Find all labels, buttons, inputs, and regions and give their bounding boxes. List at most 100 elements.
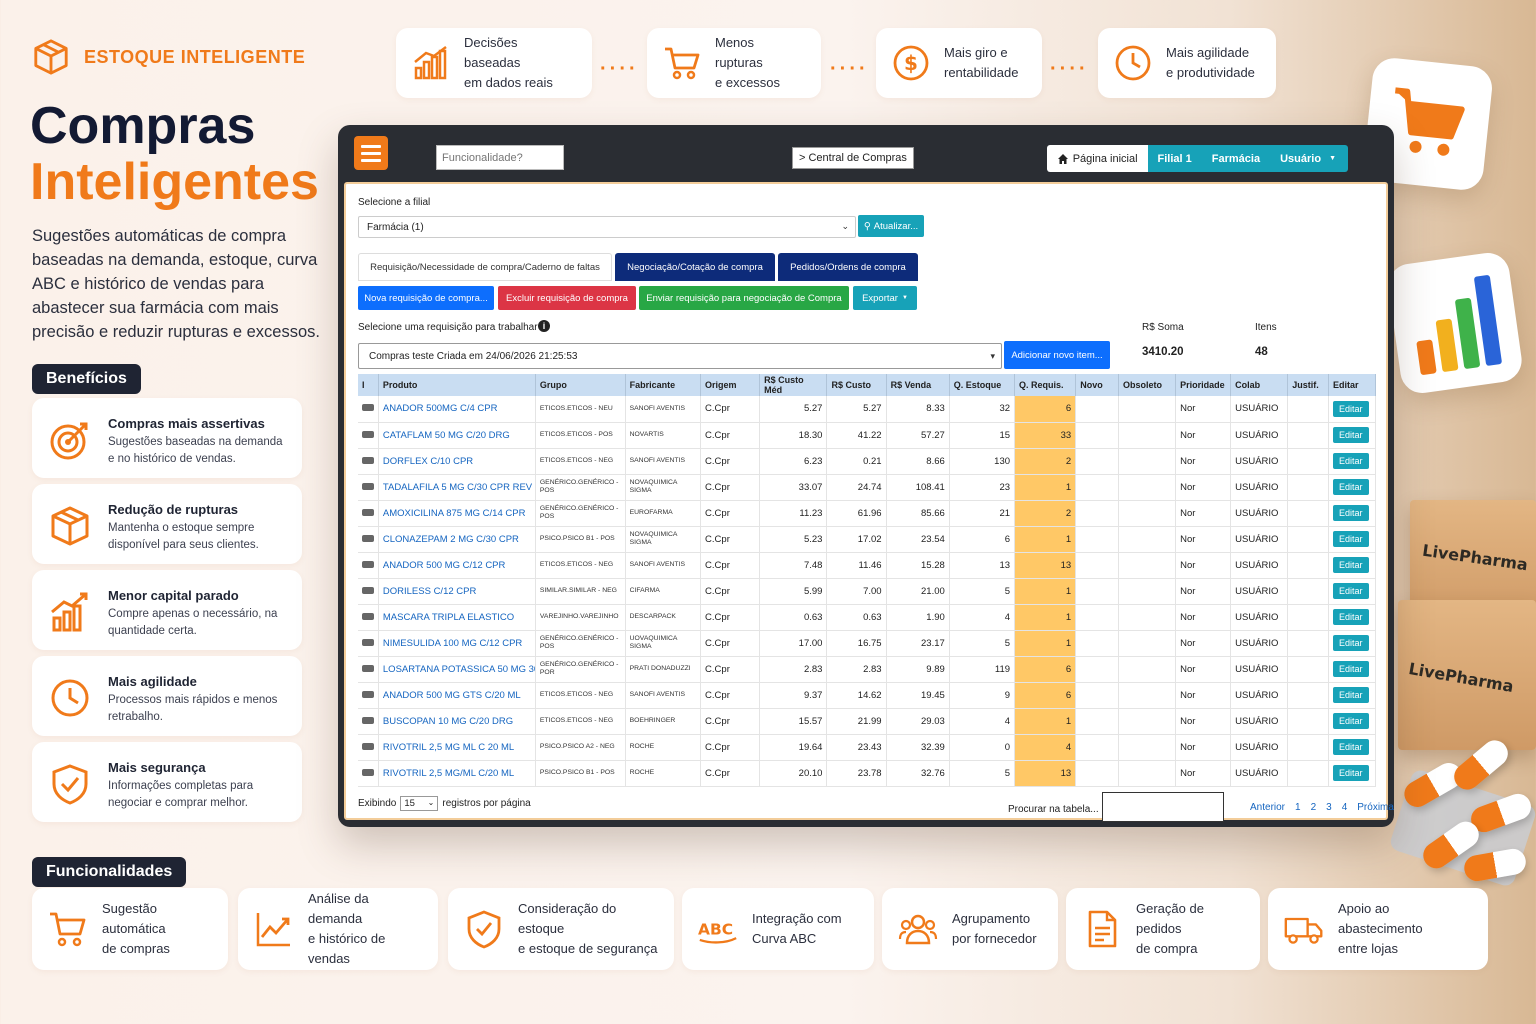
edit-button[interactable]: Editar [1333, 661, 1369, 677]
row-toggle-icon[interactable] [362, 638, 374, 646]
table-row[interactable]: ANADOR 500 MG GTS C/20 ML ETICOS.ETICOS -… [358, 682, 1376, 709]
branch-select[interactable]: Farmácia (1) ⌄ [358, 216, 856, 238]
table-row[interactable]: ANADOR 500MG C/4 CPR ETICOS.ETICOS - NEU S… [358, 396, 1376, 423]
column-header[interactable]: I [358, 374, 379, 396]
requested-qty-cell[interactable]: 6 [1014, 682, 1077, 709]
edit-button[interactable]: Editar [1333, 505, 1369, 521]
requested-qty-cell[interactable]: 33 [1014, 422, 1077, 449]
row-toggle-cell[interactable] [358, 760, 379, 787]
pager-page-4[interactable]: 4 [1342, 802, 1348, 813]
product-cell[interactable]: ANADOR 500 MG GTS C/20 ML [378, 682, 536, 709]
row-toggle-cell[interactable] [358, 630, 379, 657]
requested-qty-cell[interactable]: 1 [1014, 630, 1077, 657]
edit-button[interactable]: Editar [1333, 609, 1369, 625]
product-cell[interactable]: DORFLEX C/10 CPR [378, 448, 536, 475]
product-cell[interactable]: CATAFLAM 50 MG C/20 DRG [378, 422, 536, 449]
requested-qty-cell[interactable]: 13 [1014, 552, 1077, 579]
pager-page-2[interactable]: 2 [1311, 802, 1317, 813]
table-row[interactable]: DORFLEX C/10 CPR ETICOS.ETICOS - NEG SANOF… [358, 448, 1376, 475]
row-toggle-cell[interactable] [358, 526, 379, 553]
requested-qty-cell[interactable]: 1 [1014, 604, 1077, 631]
nav-user-dropdown[interactable]: Usuário ▼ [1270, 145, 1348, 172]
table-row[interactable]: AMOXICILINA 875 MG C/14 CPR GENÉRICO.GENÉ… [358, 500, 1376, 527]
edit-button[interactable]: Editar [1333, 583, 1369, 599]
row-toggle-cell[interactable] [358, 604, 379, 631]
edit-button[interactable]: Editar [1333, 739, 1369, 755]
table-search-input[interactable] [1102, 792, 1224, 822]
row-toggle-icon[interactable] [362, 586, 374, 594]
edit-button[interactable]: Editar [1333, 400, 1369, 417]
requested-qty-cell[interactable]: 6 [1014, 396, 1077, 423]
column-header[interactable]: Obsoleto [1118, 374, 1177, 396]
row-toggle-icon[interactable] [362, 534, 374, 542]
column-header[interactable]: R$ Venda [886, 374, 950, 396]
row-toggle-icon[interactable] [362, 690, 374, 698]
row-toggle-cell[interactable] [358, 448, 379, 475]
column-header[interactable]: R$ Custo [826, 374, 887, 396]
row-toggle-cell[interactable] [358, 708, 379, 735]
edit-button[interactable]: Editar [1333, 765, 1369, 781]
tab-pedidos[interactable]: Pedidos/Ordens de compra [778, 253, 918, 281]
row-toggle-cell[interactable] [358, 500, 379, 527]
row-toggle-icon[interactable] [362, 768, 374, 776]
row-toggle-cell[interactable] [358, 552, 379, 579]
column-header[interactable]: Justif. [1287, 374, 1330, 396]
table-row[interactable]: TADALAFILA 5 MG C/30 CPR REV GENÉRICO.GEN… [358, 474, 1376, 501]
edit-button[interactable]: Editar [1333, 453, 1369, 469]
hamburger-menu-button[interactable] [354, 136, 388, 170]
requested-qty-cell[interactable]: 2 [1014, 448, 1077, 475]
send-request-button[interactable]: Enviar requisição para negociação de Com… [639, 286, 849, 310]
column-header[interactable]: Novo [1075, 374, 1120, 396]
pager-page-3[interactable]: 3 [1326, 802, 1332, 813]
column-header[interactable]: Q. Requis. [1014, 374, 1077, 396]
product-cell[interactable]: NIMESULIDA 100 MG C/12 CPR [378, 630, 536, 657]
requested-qty-cell[interactable]: 6 [1014, 656, 1077, 683]
row-toggle-cell[interactable] [358, 734, 379, 761]
add-item-button[interactable]: Adicionar novo item... [1004, 341, 1110, 369]
table-row[interactable]: RIVOTRIL 2,5 MG ML C 20 ML PSICO.PSICO A2… [358, 734, 1376, 761]
tab-requisicao[interactable]: Requisição/Necessidade de compra/Caderno… [358, 253, 612, 281]
requested-qty-cell[interactable]: 2 [1014, 500, 1077, 527]
row-toggle-icon[interactable] [362, 456, 374, 464]
row-toggle-cell[interactable] [358, 396, 379, 423]
refresh-button[interactable]: ⚲ Atualizar... [858, 215, 924, 237]
product-cell[interactable]: ANADOR 500 MG C/12 CPR [378, 552, 536, 579]
product-cell[interactable]: DORILESS C/12 CPR [378, 578, 536, 605]
row-toggle-cell[interactable] [358, 422, 379, 449]
edit-button[interactable]: Editar [1333, 427, 1369, 443]
row-toggle-icon[interactable] [362, 716, 374, 724]
export-dropdown-button[interactable]: Exportar ▼ [853, 286, 917, 310]
central-compras-button[interactable]: > Central de Compras [792, 147, 914, 169]
table-row[interactable]: MASCARA TRIPLA ELASTICO VAREJINHO.VAREJIN… [358, 604, 1376, 631]
column-header[interactable]: Editar [1328, 374, 1376, 396]
new-request-button[interactable]: Nova requisição de compra... [358, 286, 494, 310]
product-cell[interactable]: TADALAFILA 5 MG C/30 CPR REV [378, 474, 536, 501]
product-cell[interactable]: MASCARA TRIPLA ELASTICO [378, 604, 536, 631]
edit-button[interactable]: Editar [1333, 635, 1369, 651]
table-row[interactable]: LOSARTANA POTASSICA 50 MG 30 GENÉRICO.GEN… [358, 656, 1376, 683]
table-row[interactable]: DORILESS C/12 CPR SIMILAR.SIMILAR - NEG CI… [358, 578, 1376, 605]
row-toggle-cell[interactable] [358, 656, 379, 683]
column-header[interactable]: Fabricante [625, 374, 702, 396]
pager-page-1[interactable]: 1 [1295, 802, 1301, 813]
product-cell[interactable]: ANADOR 500MG C/4 CPR [378, 396, 536, 423]
column-header[interactable]: R$ Custo Méd [759, 374, 828, 396]
requested-qty-cell[interactable]: 1 [1014, 578, 1077, 605]
requested-qty-cell[interactable]: 1 [1014, 526, 1077, 553]
product-cell[interactable]: BUSCOPAN 10 MG C/20 DRG [378, 708, 536, 735]
row-toggle-icon[interactable] [362, 508, 374, 516]
product-cell[interactable]: RIVOTRIL 2,5 MG/ML C/20 ML [378, 760, 536, 787]
pager-prev[interactable]: Anterior [1250, 802, 1285, 813]
tab-negociacao[interactable]: Negociação/Cotação de compra [615, 253, 775, 281]
nav-store[interactable]: Farmácia [1201, 145, 1271, 172]
pager-next[interactable]: Próxima [1357, 802, 1394, 813]
requested-qty-cell[interactable]: 1 [1014, 708, 1077, 735]
table-row[interactable]: CLONAZEPAM 2 MG C/30 CPR PSICO.PSICO B1 -… [358, 526, 1376, 553]
table-row[interactable]: ANADOR 500 MG C/12 CPR ETICOS.ETICOS - NE… [358, 552, 1376, 579]
delete-request-button[interactable]: Excluir requisição de compra [498, 286, 636, 310]
row-toggle-cell[interactable] [358, 682, 379, 709]
requested-qty-cell[interactable]: 4 [1014, 734, 1077, 761]
requested-qty-cell[interactable]: 1 [1014, 474, 1077, 501]
row-toggle-icon[interactable] [362, 664, 374, 672]
edit-button[interactable]: Editar [1333, 479, 1369, 495]
